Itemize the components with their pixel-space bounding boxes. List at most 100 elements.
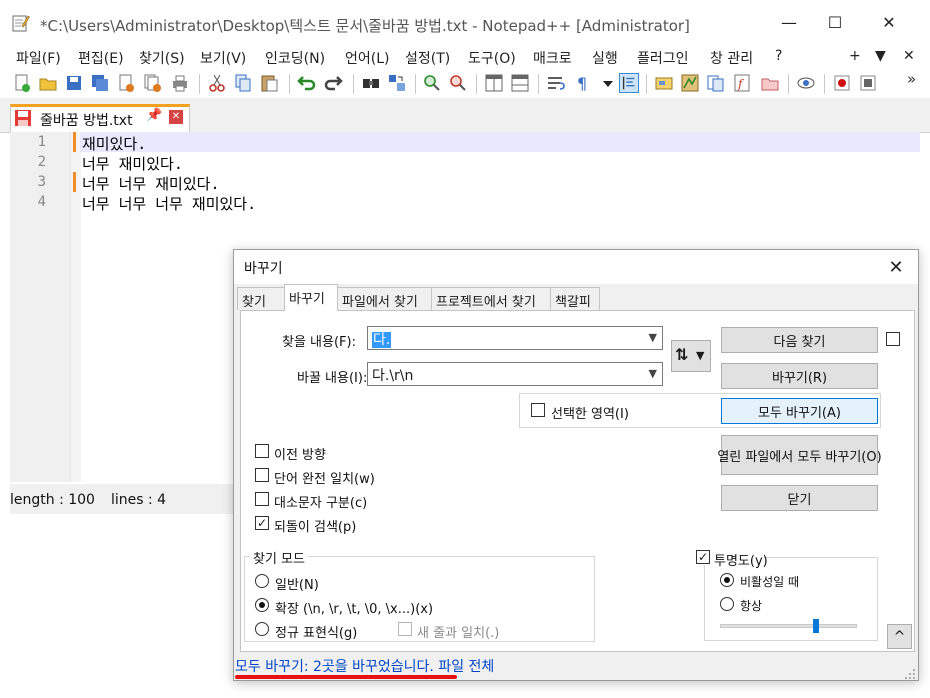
- paste-icon[interactable]: [259, 73, 279, 93]
- minimize-button[interactable]: —: [766, 0, 812, 44]
- menu-search[interactable]: 찾기(S): [139, 48, 185, 68]
- tab-replace[interactable]: 바꾸기: [284, 284, 338, 311]
- search-mode-regex-radio[interactable]: [255, 622, 269, 636]
- menu-encoding[interactable]: 인코딩(N): [265, 48, 325, 68]
- save-all-icon[interactable]: [90, 73, 110, 93]
- swap-find-replace-button[interactable]: ⇅ ▼: [671, 340, 711, 372]
- sync-vertical-icon[interactable]: [484, 73, 504, 93]
- current-line-highlight: [80, 132, 920, 152]
- open-file-icon[interactable]: [38, 73, 58, 93]
- replace-all-in-open-docs-button[interactable]: 열린 파일에서 모두 바꾸기(O): [717, 435, 882, 475]
- close-all-icon[interactable]: [142, 73, 162, 93]
- menu-macro[interactable]: 매크로: [533, 48, 572, 68]
- backward-direction-checkbox[interactable]: [255, 444, 269, 458]
- dot-matches-newline-checkbox[interactable]: [398, 622, 412, 636]
- dialog-title: 바꾸기: [244, 261, 283, 277]
- copy-icon[interactable]: [233, 73, 253, 93]
- find-next-direction-checkbox[interactable]: [886, 332, 900, 346]
- wrap-around-checkbox[interactable]: ✓: [255, 516, 269, 530]
- save-icon[interactable]: [64, 73, 84, 93]
- show-all-characters-icon[interactable]: ¶: [572, 73, 592, 93]
- tab-mark[interactable]: 책갈피: [550, 287, 600, 310]
- chevron-down-icon: ▼: [696, 349, 705, 362]
- transparency-always-radio[interactable]: [720, 597, 734, 611]
- cut-icon[interactable]: [207, 73, 227, 93]
- zoom-in-icon[interactable]: [422, 73, 442, 93]
- menu-plugins[interactable]: 플러그인: [637, 48, 689, 68]
- new-file-icon[interactable]: [12, 73, 32, 93]
- line-number: 1: [37, 134, 46, 150]
- find-what-combo[interactable]: 다. ▼: [367, 326, 663, 350]
- print-icon[interactable]: [170, 73, 190, 93]
- close-dialog-button[interactable]: 닫기: [721, 485, 878, 511]
- dialog-close-button[interactable]: ✕: [882, 255, 910, 279]
- user-language-icon[interactable]: [654, 73, 674, 93]
- menu-view[interactable]: 보기(V): [200, 48, 246, 68]
- dropdown-arrow-icon[interactable]: [598, 73, 618, 93]
- menu-tools[interactable]: 도구(O): [468, 48, 516, 68]
- transparency-slider-track[interactable]: [720, 624, 857, 628]
- monitoring-eye-icon[interactable]: [796, 73, 816, 93]
- menu-file[interactable]: 파일(F): [16, 48, 61, 68]
- menu-window[interactable]: 창 관리: [710, 48, 753, 68]
- tab-find-in-projects[interactable]: 프로젝트에서 찾기: [431, 287, 551, 310]
- record-macro-icon[interactable]: [832, 73, 852, 93]
- document-map-icon[interactable]: [680, 73, 700, 93]
- toolbar-overflow-icon[interactable]: »: [907, 70, 916, 88]
- tab-list-icon[interactable]: ▼: [875, 48, 886, 64]
- find-next-button[interactable]: 다음 찾기: [721, 327, 878, 353]
- collapse-dialog-button[interactable]: ^: [887, 624, 912, 649]
- toolbar-separator: [353, 74, 354, 94]
- search-mode-normal-radio[interactable]: [255, 574, 269, 588]
- menu-language[interactable]: 언어(L): [345, 48, 389, 68]
- transparency-checkbox[interactable]: ✓: [696, 550, 710, 564]
- checkmark-icon: ✓: [697, 550, 709, 564]
- chevron-down-icon[interactable]: ▼: [649, 367, 657, 380]
- match-whole-word-checkbox[interactable]: [255, 468, 269, 482]
- menu-settings[interactable]: 설정(T): [405, 48, 450, 68]
- resize-grip-icon[interactable]: [904, 668, 916, 680]
- search-mode-normal-label: 일반(N): [275, 578, 319, 593]
- chevron-down-icon[interactable]: ▼: [649, 331, 657, 344]
- in-selection-checkbox[interactable]: [531, 403, 545, 417]
- find-what-value[interactable]: 다.: [372, 332, 392, 348]
- menu-edit[interactable]: 편집(E): [78, 48, 124, 68]
- document-list-icon[interactable]: [706, 73, 726, 93]
- transparency-on-losing-focus-radio[interactable]: [720, 573, 734, 587]
- tab-find-in-files[interactable]: 파일에서 찾기: [337, 287, 432, 310]
- close-button[interactable]: ✕: [866, 0, 912, 44]
- new-tab-icon[interactable]: +: [849, 48, 861, 64]
- transparency-slider-thumb[interactable]: [813, 619, 819, 633]
- maximize-button[interactable]: ☐: [812, 0, 858, 44]
- replace-icon[interactable]: [387, 73, 407, 93]
- match-case-checkbox[interactable]: [255, 492, 269, 506]
- function-list-icon[interactable]: f: [732, 73, 752, 93]
- redo-icon[interactable]: [323, 73, 343, 93]
- menu-run[interactable]: 실행: [592, 48, 618, 68]
- replace-all-button[interactable]: 모두 바꾸기(A): [721, 398, 878, 424]
- code-line[interactable]: 너무 너무 재미있다.: [82, 173, 220, 194]
- stop-macro-icon[interactable]: [858, 73, 878, 93]
- word-wrap-icon[interactable]: [546, 73, 566, 93]
- pin-icon[interactable]: 📌: [146, 108, 162, 123]
- search-mode-extended-radio[interactable]: [255, 598, 269, 612]
- zoom-out-icon[interactable]: [448, 73, 468, 93]
- undo-icon[interactable]: [297, 73, 317, 93]
- menu-help[interactable]: ?: [775, 48, 782, 64]
- replace-with-value[interactable]: 다.\r\n: [372, 368, 413, 384]
- replace-with-combo[interactable]: 다.\r\n ▼: [367, 362, 663, 386]
- indent-guide-icon[interactable]: [619, 73, 639, 93]
- replace-button[interactable]: 바꾸기(R): [721, 363, 878, 389]
- swap-icon: ⇅: [675, 345, 689, 364]
- close-document-icon[interactable]: ✕: [903, 48, 915, 64]
- tab-find[interactable]: 찾기: [237, 287, 285, 310]
- tab-close-icon[interactable]: ✕: [169, 110, 183, 124]
- folder-as-workspace-icon[interactable]: [760, 73, 780, 93]
- find-icon[interactable]: [361, 73, 381, 93]
- sync-horizontal-icon[interactable]: [510, 73, 530, 93]
- menu-bar: 파일(F) 편집(E) 찾기(S) 보기(V) 인코딩(N) 언어(L) 설정(…: [0, 44, 930, 70]
- code-line[interactable]: 너무 재미있다.: [82, 153, 183, 174]
- code-line[interactable]: 너무 너무 너무 재미있다.: [82, 193, 256, 214]
- close-file-icon[interactable]: [116, 73, 136, 93]
- code-line[interactable]: 재미있다.: [82, 133, 146, 154]
